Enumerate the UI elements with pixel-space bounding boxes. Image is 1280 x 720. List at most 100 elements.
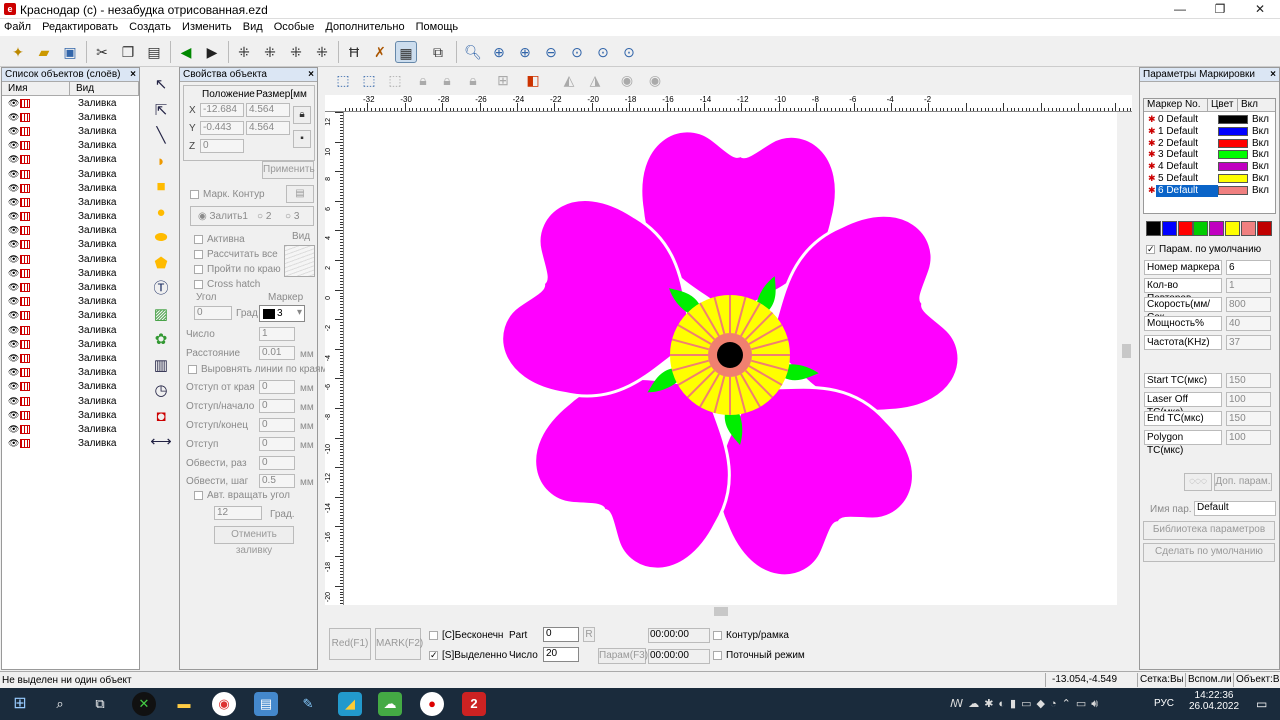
zoom-page-icon[interactable]: ⊙ — [618, 41, 640, 63]
more-params-button[interactable]: Доп. парам. — [1214, 473, 1272, 491]
object-row[interactable]: 👁︎ Заливка — [2, 323, 139, 337]
zoom-in-icon[interactable]: ⊕ — [488, 41, 510, 63]
new-icon[interactable]: ✦ — [7, 41, 29, 63]
angle-input[interactable]: 0 — [194, 306, 232, 320]
close-button[interactable]: ✕ — [1240, 0, 1280, 19]
minimize-button[interactable]: — — [1160, 0, 1200, 19]
distance-input[interactable]: 0.01 — [259, 346, 295, 360]
pen-row[interactable]: ✱ 4 Default Вкл — [1148, 161, 1274, 173]
auto-rotate-check[interactable]: Авт. вращать угол — [194, 490, 290, 501]
h-scrollbar[interactable] — [344, 605, 1117, 617]
start-tc-input[interactable]: 150 — [1226, 373, 1271, 388]
zoom-out-icon[interactable]: ⊖ — [540, 41, 562, 63]
col-view[interactable]: Вид — [70, 82, 139, 95]
object-row[interactable]: 👁︎ Заливка — [2, 337, 139, 351]
color-swatch[interactable] — [1177, 221, 1193, 236]
col-on[interactable]: Вкл — [1238, 99, 1258, 111]
notification-icon[interactable]: ▭ — [1256, 697, 1267, 711]
object-row[interactable]: 👁︎ Заливка — [2, 110, 139, 124]
part-input[interactable]: 0 — [543, 627, 579, 642]
end-tc-input[interactable]: 150 — [1226, 411, 1271, 426]
param-name-input[interactable]: Default — [1194, 501, 1276, 516]
z-input[interactable]: 0 — [200, 139, 244, 153]
eye-icon[interactable]: 👁︎ — [8, 211, 20, 222]
zoom-plus-icon[interactable]: ⊕ — [514, 41, 536, 63]
close-icon[interactable]: × — [1270, 68, 1276, 82]
pen-row[interactable]: ✱ 0 Default Вкл — [1148, 114, 1274, 126]
ezcad-icon[interactable]: 2 — [462, 692, 486, 716]
param-button[interactable]: Парам(F3) — [598, 648, 648, 664]
text-icon[interactable]: Ⓣ — [149, 276, 173, 302]
menu-file[interactable]: Файл — [0, 19, 35, 36]
object-row[interactable]: 👁︎ Заливка — [2, 366, 139, 380]
folder-icon[interactable]: ▬ — [172, 692, 196, 716]
power-input[interactable]: 40 — [1226, 316, 1271, 331]
align-lines-check[interactable]: Выровнять линии по краям — [188, 364, 327, 375]
mark-button[interactable]: MARK(F2) — [375, 628, 423, 660]
zoom-all-icon[interactable]: ⊙ — [566, 41, 588, 63]
node-select-icon[interactable]: ⇱ — [149, 98, 173, 124]
eye-icon[interactable]: 👁︎ — [8, 367, 20, 378]
color-swatch[interactable] — [1146, 221, 1161, 236]
eye-icon[interactable]: 👁︎ — [8, 98, 20, 109]
start-icon[interactable]: ⊞ — [8, 692, 32, 716]
group-icon[interactable]: ⬚ — [332, 69, 354, 91]
eye-icon[interactable]: 👁︎ — [8, 254, 20, 265]
status-aux[interactable]: Вспом.ли — [1185, 673, 1231, 687]
menu-view[interactable]: Вид — [239, 19, 267, 36]
fill3-radio[interactable]: ○ 3 — [285, 211, 299, 222]
io-icon[interactable]: ◘ — [149, 404, 173, 430]
eye-icon[interactable]: 👁︎ — [8, 282, 20, 293]
object-row[interactable]: 👁︎ Заливка — [2, 181, 139, 195]
select-icon[interactable]: ↖ — [149, 72, 173, 98]
menu-extra[interactable]: Дополнительно — [321, 19, 408, 36]
unlock-icon[interactable]: 🔒︎ — [436, 69, 458, 91]
color-swatch[interactable] — [1193, 221, 1209, 236]
x-pos-input[interactable]: -12.684 — [200, 103, 244, 117]
object-row[interactable]: 👁︎ Заливка — [2, 408, 139, 422]
object-row[interactable]: 👁︎ Заливка — [2, 96, 139, 110]
object-row[interactable]: 👁︎ Заливка — [2, 422, 139, 436]
eye-icon[interactable]: 👁︎ — [8, 296, 20, 307]
mark-contour-check[interactable]: Марк. Контур — [190, 189, 265, 200]
library-button[interactable]: Библиотека параметров — [1143, 521, 1275, 540]
object-row[interactable]: 👁︎ Заливка — [2, 309, 139, 323]
flower-drawing[interactable] — [344, 112, 1117, 605]
pen-row[interactable]: ✱ 3 Default Вкл — [1148, 149, 1274, 161]
ungroup-icon[interactable]: ⬚ — [358, 69, 380, 91]
fill1-radio[interactable]: ◉ Залить1 — [198, 211, 248, 222]
drawing-canvas[interactable] — [344, 112, 1117, 605]
node-add-icon[interactable]: ⁜ — [259, 41, 281, 63]
eye-icon[interactable]: 👁︎ — [8, 126, 20, 137]
active-check[interactable]: Активна — [194, 234, 245, 245]
node-edit-icon[interactable]: ⁜ — [233, 41, 255, 63]
stream-check[interactable]: Поточный режим — [713, 650, 805, 661]
record-icon[interactable]: ● — [420, 692, 444, 716]
speed-input[interactable]: 800 — [1226, 297, 1271, 312]
align-icon[interactable]: ⬚ — [384, 69, 406, 91]
color-swatch[interactable] — [1209, 221, 1225, 236]
rectangle-icon[interactable]: ■ — [149, 174, 173, 200]
polygon-input[interactable]: 100 — [1226, 430, 1271, 445]
eye-icon[interactable]: 👁︎ — [8, 339, 20, 350]
eye-icon[interactable]: 👁︎ — [8, 154, 20, 165]
color-swatch[interactable] — [1225, 221, 1240, 236]
menu-special[interactable]: Особые — [270, 19, 319, 36]
wechat-icon[interactable]: ☁ — [378, 692, 402, 716]
hatch-icon[interactable]: Ħ — [343, 41, 365, 63]
paste-icon[interactable]: ▤ — [143, 41, 165, 63]
eye-icon[interactable]: 👁︎ — [8, 140, 20, 151]
vector-icon[interactable]: ✿ — [149, 327, 173, 353]
pen-row[interactable]: ✱ 6 Default Вкл — [1148, 184, 1274, 197]
offset-input[interactable]: 0 — [259, 437, 295, 451]
h-scroll-thumb[interactable] — [714, 607, 728, 616]
cut-icon[interactable]: ✂ — [91, 41, 113, 63]
eye-icon[interactable]: 👁︎ — [8, 183, 20, 194]
show-icon[interactable]: ◉ — [616, 69, 638, 91]
cross-hatch-check[interactable]: Cross hatch — [194, 279, 260, 290]
fill2-radio[interactable]: ○ 2 — [257, 211, 271, 222]
zoom-select-icon[interactable]: ⊙ — [592, 41, 614, 63]
chrome-icon[interactable]: ◉ — [212, 692, 236, 716]
number-input[interactable]: 1 — [259, 327, 295, 341]
contour-style-button[interactable]: ▤ — [286, 185, 314, 203]
